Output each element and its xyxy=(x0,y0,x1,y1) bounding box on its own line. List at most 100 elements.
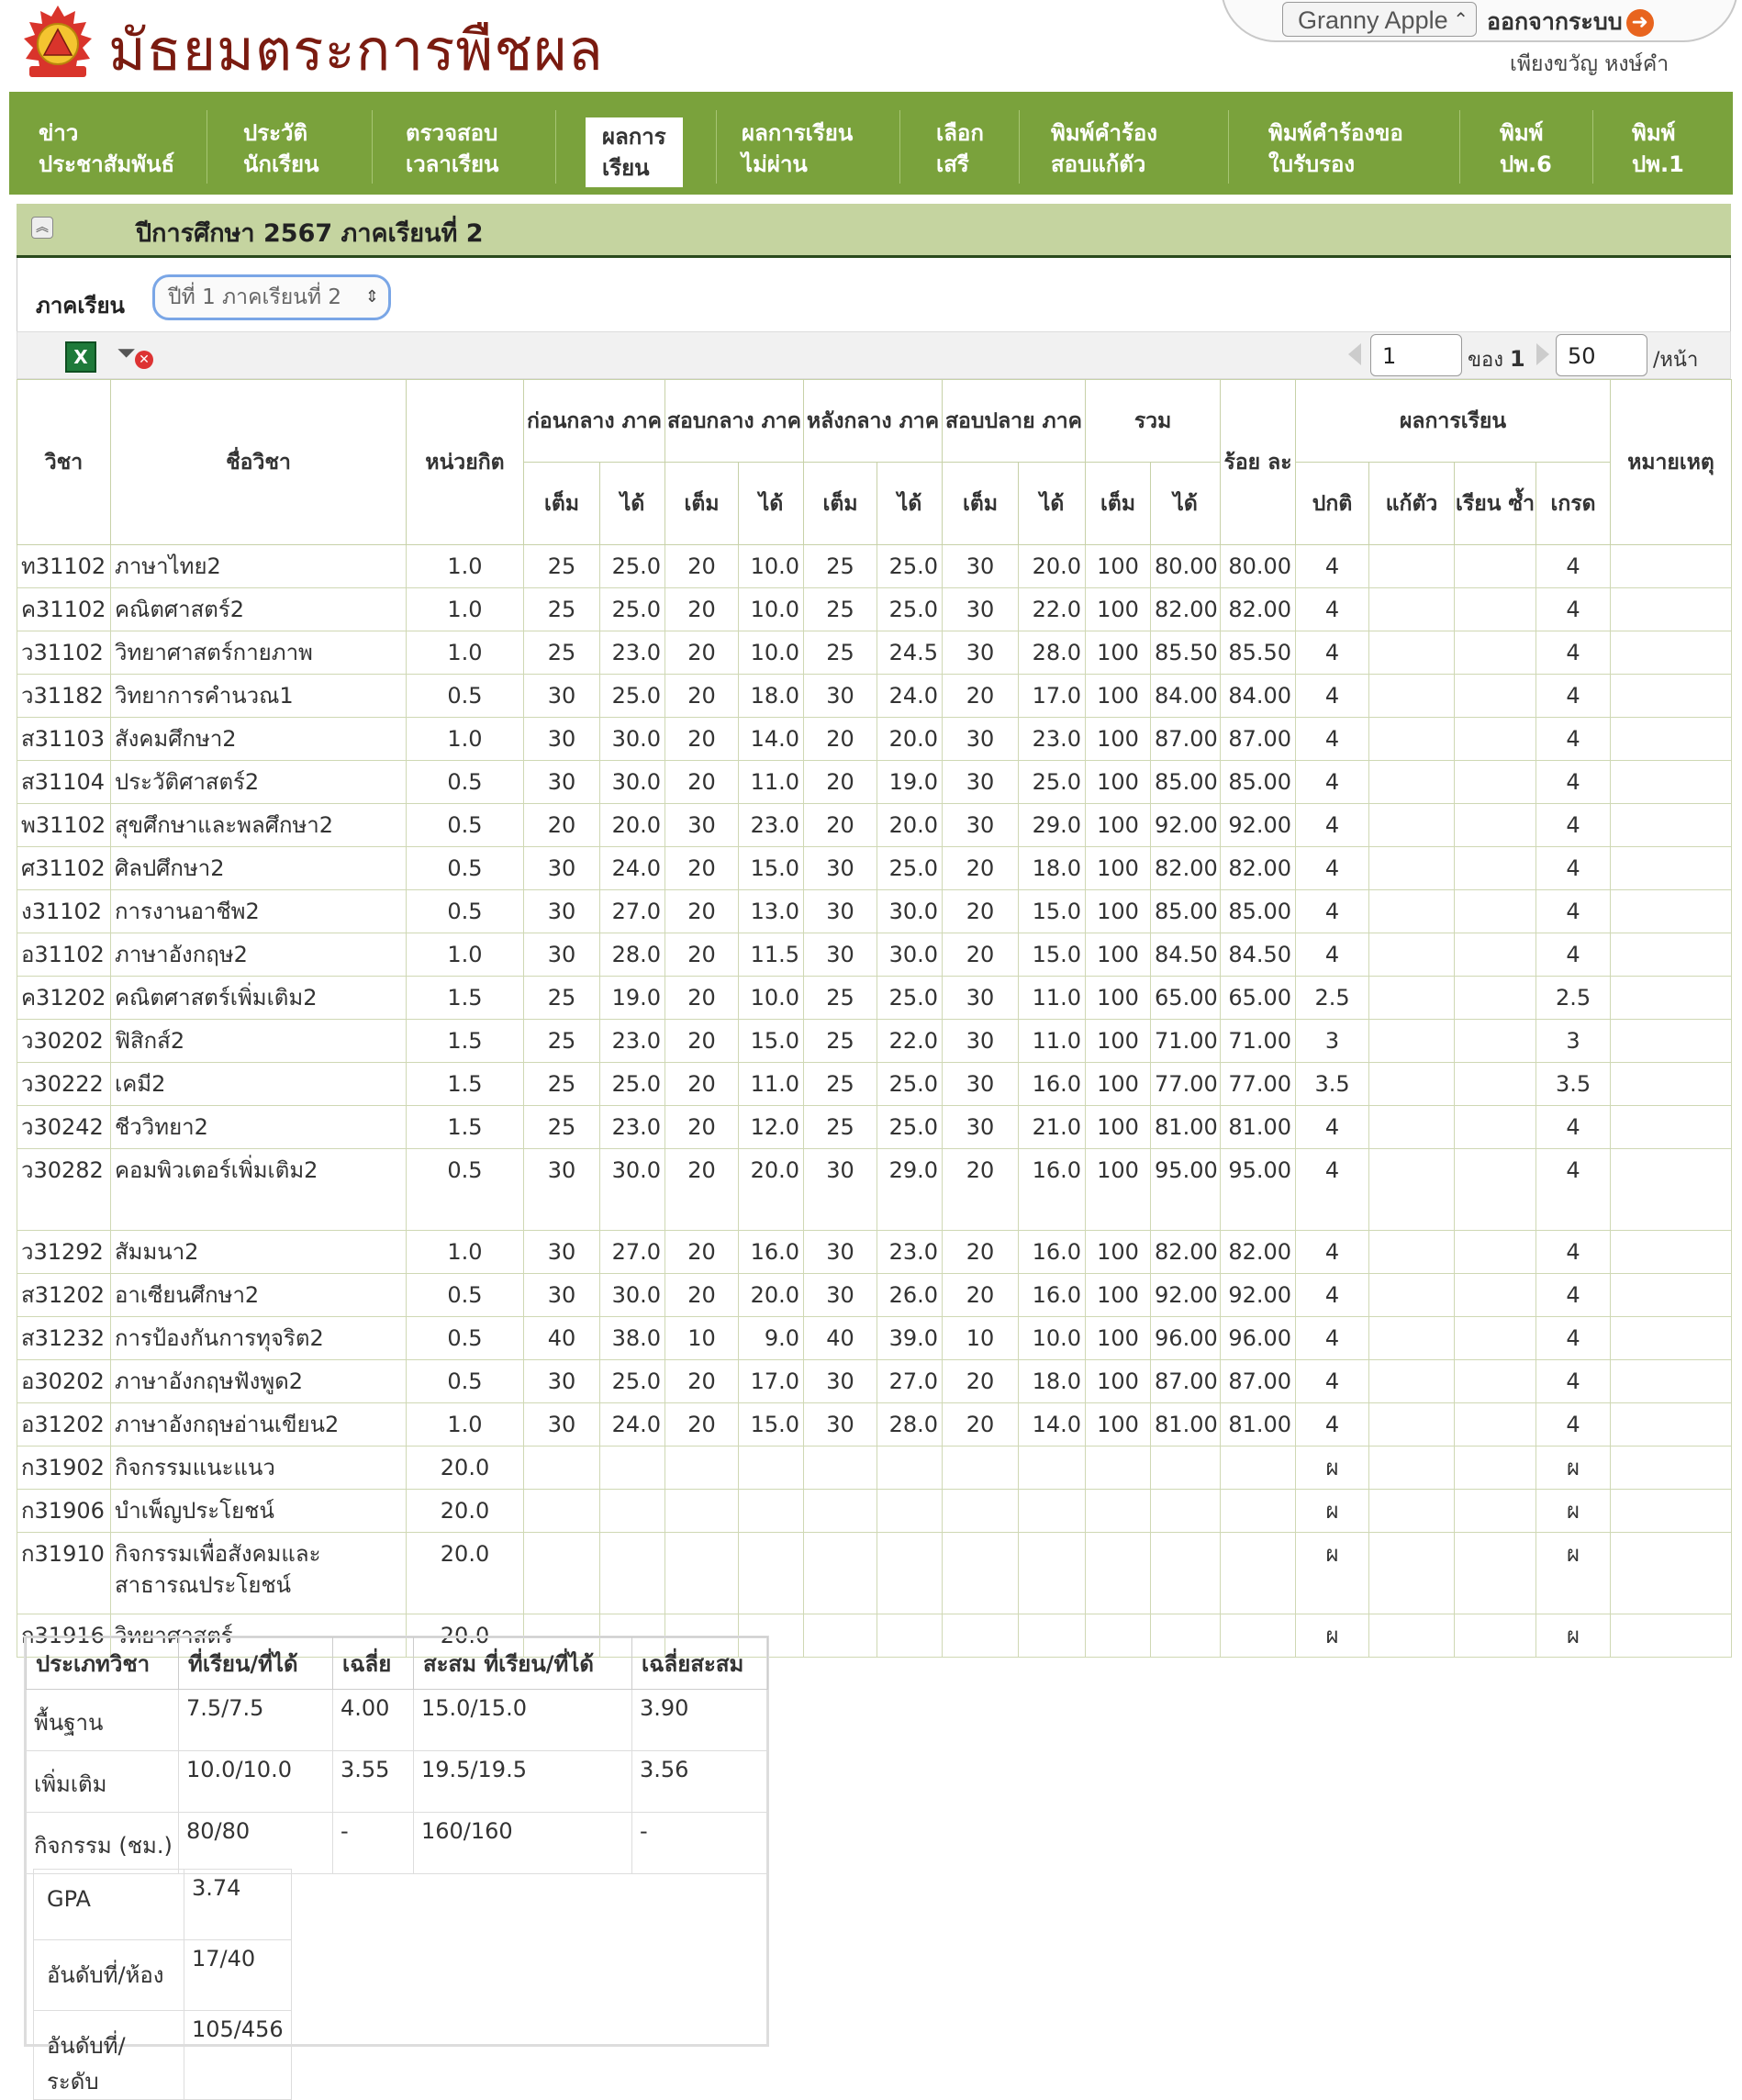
cell-remedial xyxy=(1368,1316,1456,1360)
cell-name: ภาษาไทย2 xyxy=(110,544,407,588)
table-row[interactable]: ว30202 ฟิสิกส์2 1.5 25 23.0 20 15.0 25 22.0 30 11.… xyxy=(17,1019,1733,1063)
table-row[interactable]: ก31902 กิจกรรมแนะแนว 20.0 ผ ผ xyxy=(17,1446,1733,1490)
next-page-icon[interactable] xyxy=(1536,343,1549,365)
table-row[interactable]: ว30282 คอมพิวเตอร์เพิ่มเติม2 0.5 30 30.0 20 20… xyxy=(17,1148,1733,1231)
cell-post-mid-got: 27.0 xyxy=(877,1359,944,1403)
cell-post-mid-got: 30.0 xyxy=(877,933,944,977)
table-row[interactable]: พ31102 สุขศึกษาและพลศึกษา2 0.5 20 20.0 30 23.0… xyxy=(17,803,1733,847)
summary-cell: 80/80 xyxy=(178,1812,333,1874)
col-header-full[interactable]: เต็ม xyxy=(803,462,878,545)
table-row[interactable]: ก31906 บำเพ็ญประโยชน์ 20.0 ผ ผ xyxy=(17,1489,1733,1533)
col-header-repeat[interactable]: เรียน ซ้ำ xyxy=(1454,462,1537,545)
cell-code: ว30242 xyxy=(17,1105,111,1149)
col-header-percent[interactable]: ร้อย ละ xyxy=(1220,379,1297,545)
table-row[interactable]: ส31202 อาเซียนศึกษา2 0.5 30 30.0 20 20.0 30 26.0… xyxy=(17,1273,1733,1317)
cell-final-full xyxy=(942,1489,1020,1533)
table-row[interactable]: ค31102 คณิตศาสตร์2 1.0 25 25.0 20 10.0 25 25.0 30… xyxy=(17,587,1733,631)
col-header-name[interactable]: ชื่อวิชา xyxy=(110,379,407,545)
nav-item-student-profile[interactable]: ประวัติ นักเรียน xyxy=(243,117,319,180)
cell-grade: 4 xyxy=(1535,889,1612,933)
collapse-icon[interactable]: ︽ xyxy=(31,217,53,239)
nav-item-print-retest-request[interactable]: พิมพ์คำร้อง สอบแก้ตัว xyxy=(1051,117,1157,180)
cell-mid-full: 20 xyxy=(664,1019,740,1063)
gpa-row: GPA 3.74 xyxy=(33,1869,292,1940)
table-row[interactable]: ส31232 การป้องกันการทุจริต2 0.5 40 38.0 10 9.0… xyxy=(17,1316,1733,1360)
table-row[interactable]: ส31103 สังคมศึกษา2 1.0 30 30.0 20 14.0 20 20.0 30… xyxy=(17,717,1733,761)
cell-pre-mid-got: 27.0 xyxy=(598,889,666,933)
table-row[interactable]: ว31102 วิทยาศาสตร์กายภาพ 1.0 25 23.0 20 10.0 25… xyxy=(17,631,1733,675)
nav-divider xyxy=(1019,110,1020,184)
col-header-full[interactable]: เต็ม xyxy=(942,462,1020,545)
cell-name: คณิตศาสตร์เพิ่มเติม2 xyxy=(110,976,407,1020)
previous-page-icon[interactable] xyxy=(1348,343,1361,365)
cell-post-mid-got: 25.0 xyxy=(877,587,944,631)
col-header-got[interactable]: ได้ xyxy=(1150,462,1222,545)
nav-item-attendance[interactable]: ตรวจสอบ เวลาเรียน xyxy=(406,117,498,180)
table-row[interactable]: อ31102 ภาษาอังกฤษ2 1.0 30 28.0 20 11.5 30 30.0 20… xyxy=(17,933,1733,977)
cell-mid-full xyxy=(664,1532,740,1614)
col-header-remark[interactable]: หมายเหตุ xyxy=(1610,379,1733,545)
table-row[interactable]: ค31202 คณิตศาสตร์เพิ่มเติม2 1.5 25 19.0 20 10.… xyxy=(17,976,1733,1020)
cell-remedial xyxy=(1368,1105,1456,1149)
table-row[interactable]: ง31102 การงานอาชีพ2 0.5 30 27.0 20 13.0 30 30.0 2… xyxy=(17,889,1733,933)
col-header-grade[interactable]: เกรด xyxy=(1535,462,1612,545)
table-row[interactable]: อ31202 ภาษาอังกฤษอ่านเขียน2 1.0 30 24.0 20 15.… xyxy=(17,1402,1733,1447)
col-header-got[interactable]: ได้ xyxy=(738,462,805,545)
cell-final-got: 11.0 xyxy=(1018,1019,1087,1063)
cell-total-full: 100 xyxy=(1085,1105,1152,1149)
page-number-input[interactable]: 1 xyxy=(1370,334,1462,376)
logout-button[interactable]: ออกจากระบบ ➜ xyxy=(1487,4,1654,40)
cell-final-got: 21.0 xyxy=(1018,1105,1087,1149)
cell-remark xyxy=(1610,1359,1733,1403)
cell-final-full: 30 xyxy=(942,717,1020,761)
table-row[interactable]: ศ31102 ศิลปศึกษา2 0.5 30 24.0 20 15.0 30 25.0 20 1… xyxy=(17,846,1733,890)
cell-code: ง31102 xyxy=(17,889,111,933)
col-header-full[interactable]: เต็ม xyxy=(1085,462,1152,545)
nav-item-elective[interactable]: เลือก เสรี xyxy=(936,117,984,180)
col-header-normal[interactable]: ปกติ xyxy=(1295,462,1370,545)
nav-item-grades[interactable]: ผลการ เรียน xyxy=(586,117,683,187)
nav-item-news[interactable]: ข่าว ประชาสัมพันธ์ xyxy=(39,117,174,180)
col-header-code[interactable]: วิชา xyxy=(17,379,111,545)
cell-credit: 0.5 xyxy=(406,803,524,847)
nav-item-print-por-por-6[interactable]: พิมพ์ ปพ.6 xyxy=(1500,117,1552,180)
table-row[interactable]: ว30242 ชีววิทยา2 1.5 25 23.0 20 12.0 25 25.0 30 21… xyxy=(17,1105,1733,1149)
col-header-got[interactable]: ได้ xyxy=(1018,462,1087,545)
table-row[interactable]: ก31910 กิจกรรมเพื่อสังคมและสาธารณประโยชน์… xyxy=(17,1532,1733,1614)
col-header-got[interactable]: ได้ xyxy=(598,462,666,545)
col-header-remedial[interactable]: แก้ตัว xyxy=(1368,462,1456,545)
col-header-full[interactable]: เต็ม xyxy=(523,462,600,545)
nav-item-label: ประชาสัมพันธ์ xyxy=(39,151,175,177)
col-header-final: สอบปลาย ภาค xyxy=(942,379,1087,463)
nav-item-print-certificate-request[interactable]: พิมพ์คำร้องขอ ใบรับรอง xyxy=(1268,117,1403,180)
cell-grade: ผ xyxy=(1535,1489,1612,1533)
rows-per-page-input[interactable]: 50 xyxy=(1556,334,1647,376)
table-row[interactable]: อ30202 ภาษาอังกฤษฟังพูด2 0.5 30 25.0 20 17.0 30… xyxy=(17,1359,1733,1403)
cell-remark xyxy=(1610,976,1733,1020)
nav-item-print-por-por-1[interactable]: พิมพ์ ปพ.1 xyxy=(1632,117,1684,180)
table-row[interactable]: ว31292 สัมมนา2 1.0 30 27.0 20 16.0 30 23.0 20 16.0… xyxy=(17,1230,1733,1274)
cell-post-mid-got: 23.0 xyxy=(877,1230,944,1274)
cell-final-full: 30 xyxy=(942,760,1020,804)
cell-credit: 1.5 xyxy=(406,1062,524,1106)
nav-item-failed-grades[interactable]: ผลการเรียน ไม่ผ่าน xyxy=(742,117,853,180)
cell-total-got xyxy=(1150,1489,1222,1533)
cell-percent: 84.50 xyxy=(1220,933,1297,977)
cell-name: บำเพ็ญประโยชน์ xyxy=(110,1489,407,1533)
summary-header-type: ประเภทวิชา xyxy=(26,1636,179,1690)
table-row[interactable]: ว30222 เคมี2 1.5 25 25.0 20 11.0 25 25.0 30 16.0 10… xyxy=(17,1062,1733,1106)
user-select[interactable]: Granny Apple ⌃ xyxy=(1282,2,1477,37)
cell-remedial xyxy=(1368,1446,1456,1490)
table-row[interactable]: ว31182 วิทยาการคำนวณ1 0.5 30 25.0 20 18.0 30 24.… xyxy=(17,674,1733,718)
cell-code: ว31182 xyxy=(17,674,111,718)
clear-filter-icon[interactable]: ⏷ ✕ xyxy=(117,340,153,373)
table-row[interactable]: ส31104 ประวัติศาสตร์2 0.5 30 30.0 20 11.0 20 19.… xyxy=(17,760,1733,804)
cell-percent: 96.00 xyxy=(1220,1316,1297,1360)
col-header-full[interactable]: เต็ม xyxy=(664,462,740,545)
cell-total-full: 100 xyxy=(1085,1273,1152,1317)
term-select[interactable]: ปีที่ 1 ภาคเรียนที่ 2 ⇕ xyxy=(152,274,391,320)
col-header-credit[interactable]: หน่วยกิต xyxy=(406,379,524,545)
col-header-got[interactable]: ได้ xyxy=(877,462,944,545)
table-row[interactable]: ท31102 ภาษาไทย2 1.0 25 25.0 20 10.0 25 25.0 30 20.… xyxy=(17,544,1733,588)
excel-export-icon[interactable]: X xyxy=(65,341,96,373)
